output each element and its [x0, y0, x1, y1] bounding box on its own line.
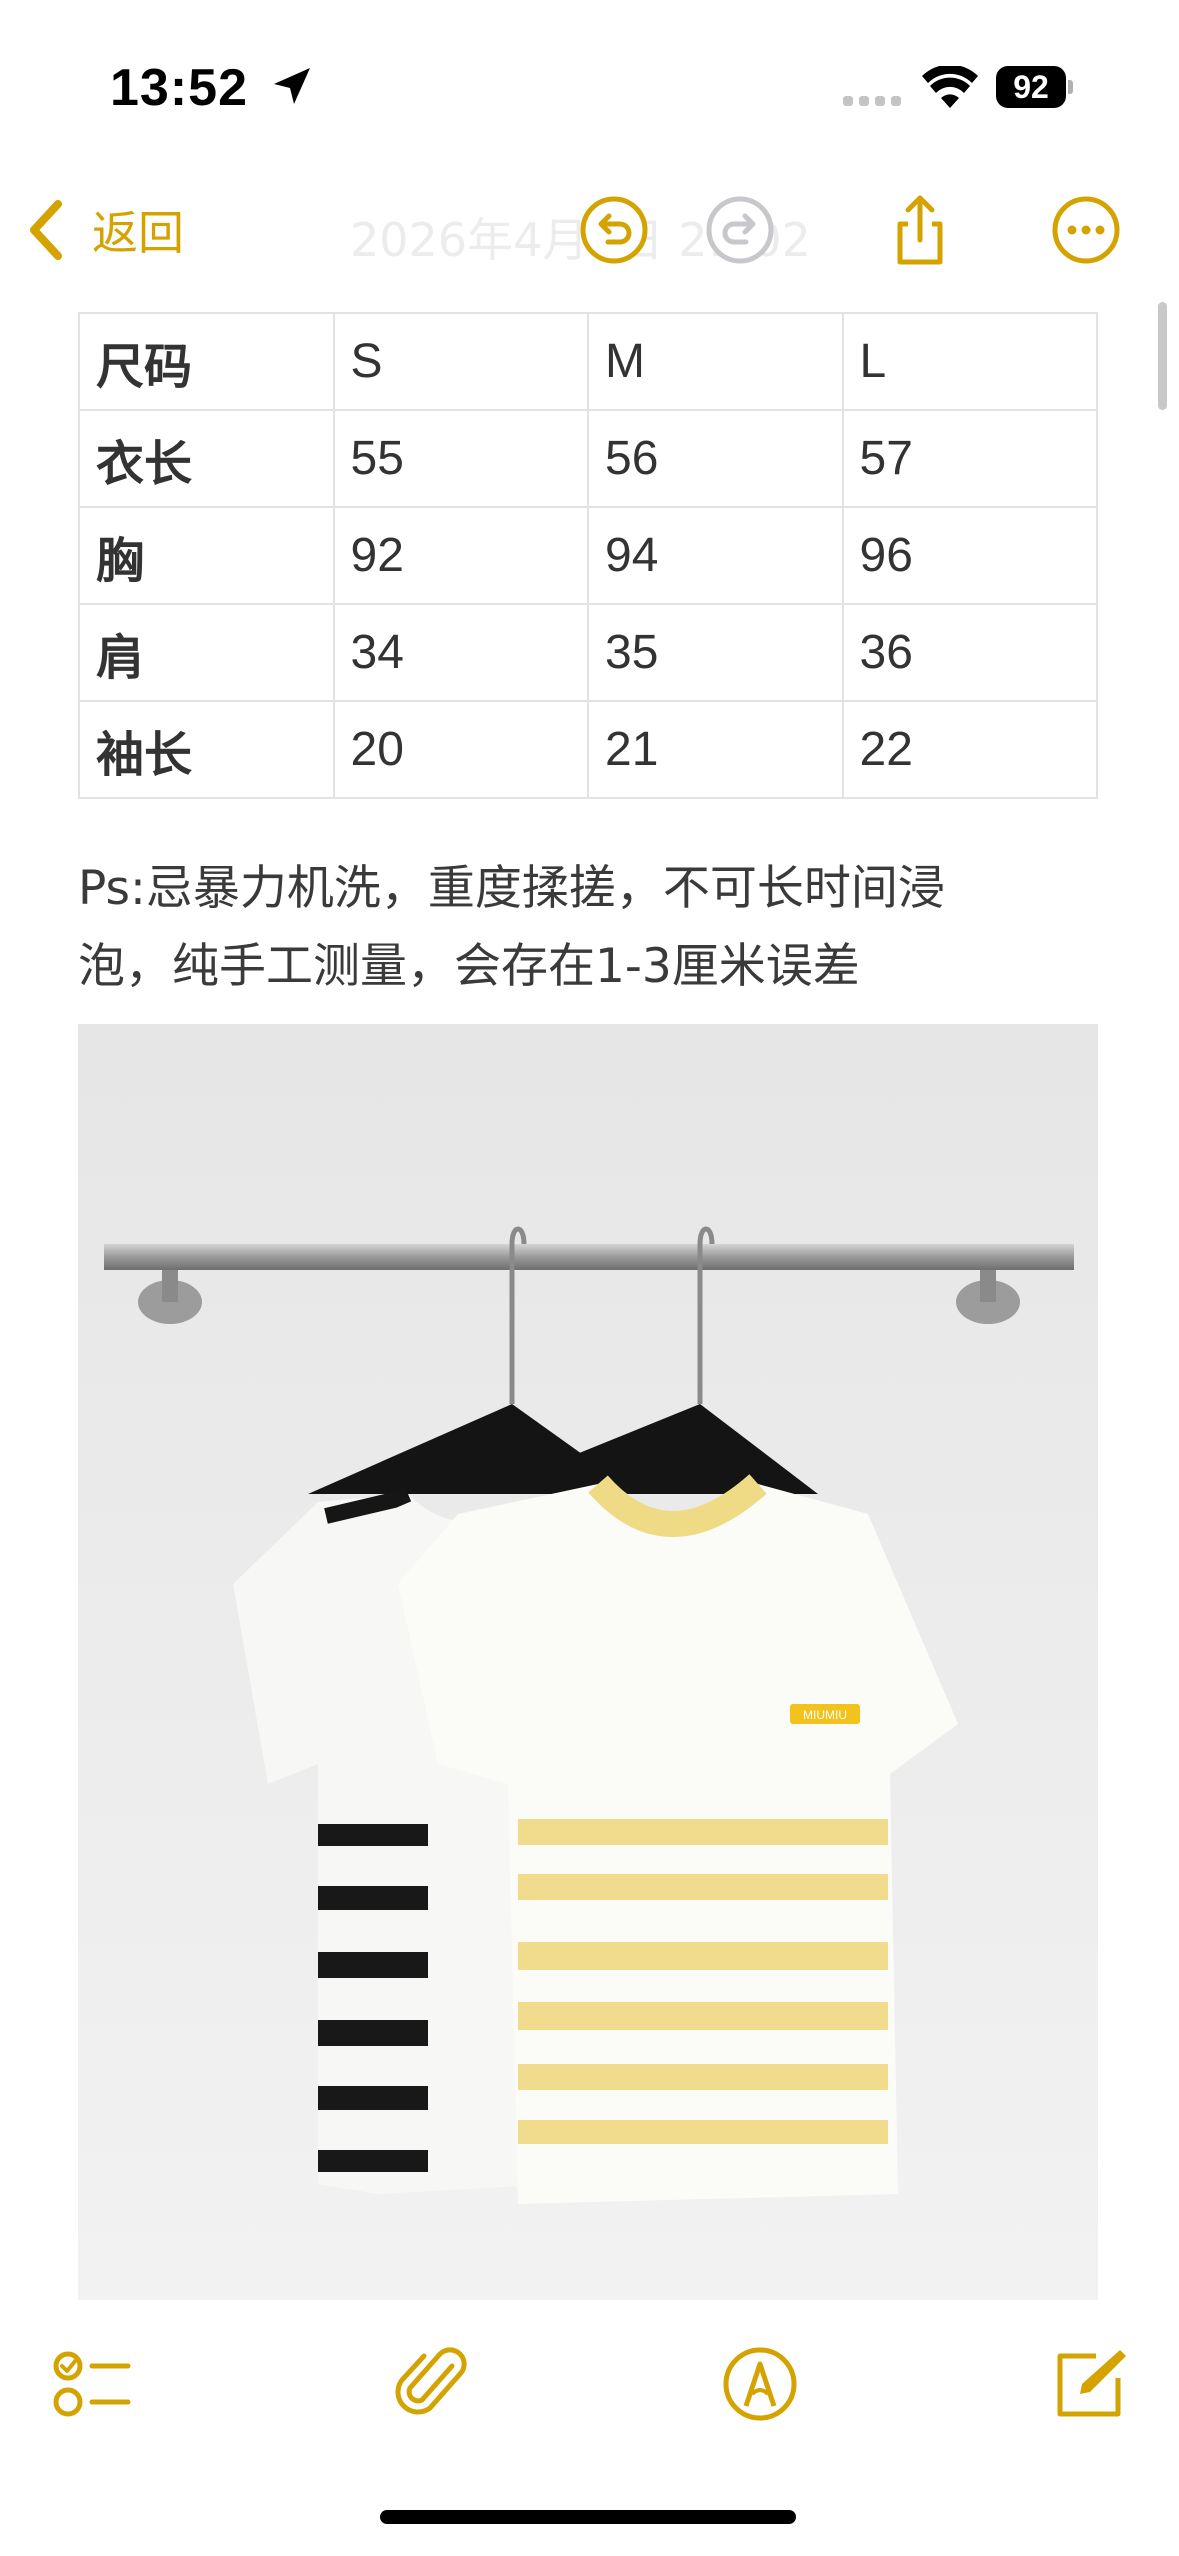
share-icon[interactable] — [884, 194, 956, 266]
product-photo[interactable]: MIUMIU — [78, 1024, 1098, 2300]
table-row: 袖长 20 21 22 — [78, 700, 1098, 799]
battery-icon: 92 — [996, 66, 1073, 108]
scroll-indicator[interactable] — [1158, 302, 1167, 410]
note-line: Ps:忌暴力机洗，重度揉搓，不可长时间浸 — [78, 861, 945, 916]
photo-illustration: MIUMIU — [78, 1024, 1098, 2300]
table-row: 尺码 S M L — [78, 312, 1098, 411]
table-cell[interactable]: 94 — [587, 506, 844, 605]
table-cell[interactable]: L — [841, 312, 1098, 411]
table-cell[interactable]: 92 — [332, 506, 589, 605]
table-row: 肩 34 35 36 — [78, 603, 1098, 702]
table-cell[interactable]: 56 — [587, 409, 844, 508]
table-cell[interactable]: S — [332, 312, 589, 411]
badge-text: MIUMIU — [803, 1708, 847, 1722]
table-cell[interactable]: 21 — [587, 700, 844, 799]
wifi-icon — [922, 66, 978, 108]
battery-level: 92 — [996, 66, 1066, 108]
chevron-left-icon — [30, 200, 62, 260]
table-cell[interactable]: 55 — [332, 409, 589, 508]
compose-icon[interactable] — [1050, 2344, 1130, 2424]
table-cell[interactable]: 22 — [841, 700, 1098, 799]
nav-bar: 返回 2026年4月6日 21:02 — [0, 170, 1179, 290]
table-cell[interactable]: 57 — [841, 409, 1098, 508]
location-arrow-icon — [274, 68, 310, 104]
table-cell[interactable]: 96 — [841, 506, 1098, 605]
redo-icon[interactable] — [704, 194, 776, 266]
table-cell[interactable]: 34 — [332, 603, 589, 702]
status-bar: 13:52 92 — [0, 0, 1179, 170]
size-table: 尺码 S M L 衣长 55 56 57 胸 92 94 96 肩 34 35 … — [78, 312, 1098, 799]
back-button[interactable]: 返回 — [26, 194, 184, 266]
home-indicator[interactable] — [380, 2510, 796, 2524]
note-text[interactable]: Ps:忌暴力机洗，重度揉搓，不可长时间浸 泡，纯手工测量，会存在1-3厘米误差 — [78, 850, 1108, 1006]
table-cell[interactable]: 尺码 — [78, 312, 335, 411]
table-row: 胸 92 94 96 — [78, 506, 1098, 605]
note-line: 泡，纯手工测量，会存在1-3厘米误差 — [78, 939, 860, 994]
table-cell[interactable]: 36 — [841, 603, 1098, 702]
undo-icon[interactable] — [578, 194, 650, 266]
status-time: 13:52 — [110, 59, 248, 117]
checklist-icon[interactable] — [52, 2344, 132, 2424]
table-cell[interactable]: 袖长 — [78, 700, 335, 799]
markup-pen-icon[interactable] — [720, 2344, 800, 2424]
table-cell[interactable]: 肩 — [78, 603, 335, 702]
more-icon[interactable] — [1050, 194, 1122, 266]
table-cell[interactable]: 35 — [587, 603, 844, 702]
paperclip-icon[interactable] — [394, 2344, 474, 2424]
table-cell[interactable]: 衣长 — [78, 409, 335, 508]
cellular-signal-icon — [843, 96, 901, 106]
table-cell[interactable]: 胸 — [78, 506, 335, 605]
table-row: 衣长 55 56 57 — [78, 409, 1098, 508]
table-cell[interactable]: M — [587, 312, 844, 411]
back-label: 返回 — [92, 206, 184, 260]
table-cell[interactable]: 20 — [332, 700, 589, 799]
